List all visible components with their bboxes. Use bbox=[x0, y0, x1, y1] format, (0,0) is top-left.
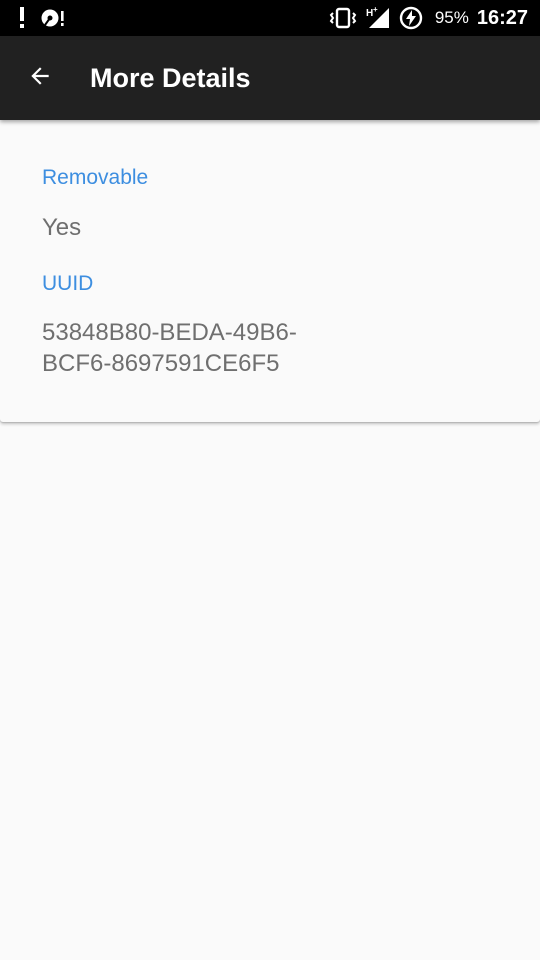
status-clock: 16:27 bbox=[476, 6, 528, 29]
uuid-value: 53848B80-BEDA-49B6-BCF6-8697591CE6F5 bbox=[42, 319, 297, 377]
arrow-back-icon bbox=[27, 63, 53, 94]
status-bar: H + 95% 16:27 bbox=[0, 0, 540, 36]
removable-value: Yes bbox=[42, 214, 82, 241]
details-card: Removable Yes UUID 53848B80-BEDA-49B6-BC… bbox=[0, 120, 540, 422]
vibrate-icon bbox=[329, 7, 357, 29]
status-bar-left bbox=[18, 0, 66, 36]
uuid-label: UUID bbox=[42, 272, 94, 295]
page-title: More Details bbox=[90, 63, 251, 93]
app-toolbar: More Details bbox=[0, 36, 540, 120]
status-bar-right: H + 95% 16:27 bbox=[329, 0, 528, 36]
removable-label: Removable bbox=[42, 166, 149, 189]
alert-icon bbox=[18, 6, 26, 30]
battery-percentage: 95% bbox=[434, 8, 469, 27]
back-button[interactable] bbox=[16, 54, 64, 102]
battery-charging-icon bbox=[399, 6, 423, 30]
sd-card-alert-icon bbox=[40, 7, 66, 29]
hplus-signal-icon: H + bbox=[365, 6, 391, 30]
svg-text:+: + bbox=[373, 6, 378, 14]
